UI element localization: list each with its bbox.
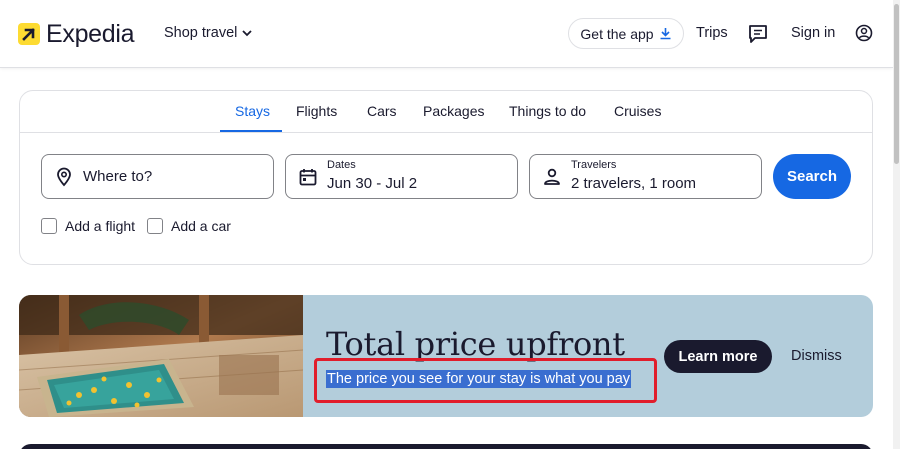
sign-in-link[interactable]: Sign in bbox=[791, 25, 835, 41]
add-flight-checkbox-box[interactable] bbox=[41, 218, 57, 234]
add-car-checkbox-box[interactable] bbox=[147, 218, 163, 234]
promo-banner: Total price upfront The price you see fo… bbox=[19, 295, 873, 417]
pool-courtyard-image bbox=[19, 295, 303, 417]
active-tab-indicator bbox=[220, 130, 282, 132]
chevron-down-icon bbox=[242, 29, 252, 36]
location-pin-icon bbox=[57, 167, 71, 187]
travelers-label: Travelers bbox=[571, 159, 617, 171]
tab-flights[interactable]: Flights bbox=[296, 103, 337, 119]
next-section-card bbox=[19, 444, 873, 449]
get-the-app-button[interactable]: Get the app bbox=[568, 18, 684, 49]
travelers-value: 2 travelers, 1 room bbox=[571, 175, 697, 192]
add-car-checkbox[interactable]: Add a car bbox=[147, 218, 231, 234]
brand-name: Expedia bbox=[46, 20, 135, 48]
dates-field[interactable]: Dates Jun 30 - Jul 2 bbox=[285, 154, 518, 199]
shop-travel-menu[interactable]: Shop travel bbox=[164, 25, 252, 41]
tab-cars[interactable]: Cars bbox=[367, 103, 397, 119]
trips-link[interactable]: Trips bbox=[696, 25, 728, 41]
shop-travel-label: Shop travel bbox=[164, 25, 238, 41]
download-icon bbox=[660, 28, 671, 40]
search-button[interactable]: Search bbox=[773, 154, 851, 199]
top-header: Expedia Shop travel Get the app Trips Si… bbox=[0, 0, 893, 68]
dismiss-button[interactable]: Dismiss bbox=[791, 348, 842, 364]
destination-placeholder: Where to? bbox=[83, 168, 153, 185]
tab-packages[interactable]: Packages bbox=[423, 103, 484, 119]
scrollbar-thumb[interactable] bbox=[894, 4, 899, 164]
search-tabs: Stays Flights Cars Packages Things to do… bbox=[20, 91, 872, 133]
add-flight-label: Add a flight bbox=[65, 218, 136, 234]
add-car-label: Add a car bbox=[171, 218, 231, 234]
learn-more-button[interactable]: Learn more bbox=[664, 340, 772, 373]
annotation-highlight-box bbox=[314, 358, 657, 403]
add-flight-checkbox[interactable]: Add a flight bbox=[41, 218, 135, 234]
tab-stays[interactable]: Stays bbox=[235, 103, 270, 119]
expedia-logo[interactable]: Expedia bbox=[18, 20, 135, 48]
person-icon bbox=[544, 168, 560, 185]
account-icon[interactable] bbox=[855, 24, 873, 47]
search-card: Stays Flights Cars Packages Things to do… bbox=[19, 90, 873, 265]
expedia-logo-icon bbox=[18, 23, 40, 45]
travelers-field[interactable]: Travelers 2 travelers, 1 room bbox=[529, 154, 762, 199]
tab-things-to-do[interactable]: Things to do bbox=[509, 103, 586, 119]
dates-label: Dates bbox=[327, 159, 356, 171]
destination-field[interactable]: Where to? bbox=[41, 154, 274, 199]
dates-value: Jun 30 - Jul 2 bbox=[327, 175, 418, 192]
tab-cruises[interactable]: Cruises bbox=[614, 103, 661, 119]
message-icon[interactable] bbox=[748, 24, 768, 49]
calendar-icon bbox=[299, 169, 317, 186]
page-scrollbar[interactable] bbox=[893, 0, 900, 449]
get-app-label: Get the app bbox=[580, 25, 654, 42]
